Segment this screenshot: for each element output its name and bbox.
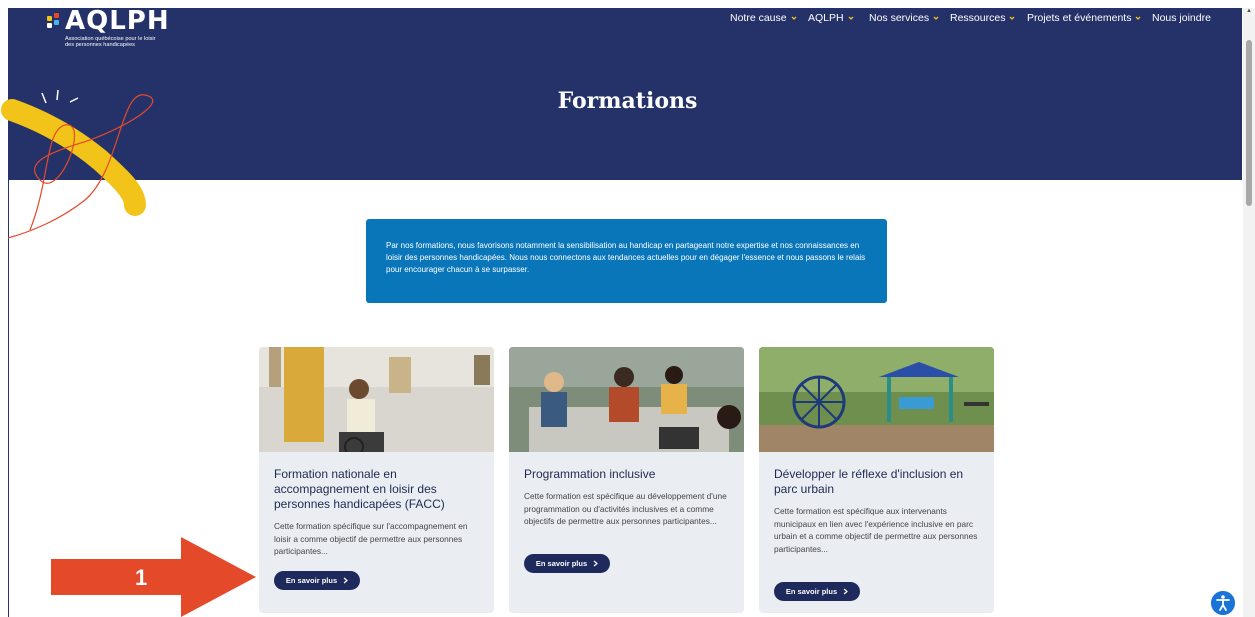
logo-tagline: Association québécoise pour le loisir de… xyxy=(65,36,156,48)
logo-mark-icon xyxy=(47,13,59,28)
chevron-down-icon xyxy=(1136,16,1141,20)
en-savoir-plus-button[interactable]: En savoir plus xyxy=(774,582,860,601)
nav-nous-joindre[interactable]: Nous joindre xyxy=(1152,12,1211,24)
card-description: Cette formation est spécifique au dévelo… xyxy=(524,491,727,526)
nav-projets-evenements[interactable]: Projets et événements xyxy=(1027,12,1141,24)
nav-label: Projets et événements xyxy=(1027,12,1132,24)
nav-label: Nous joindre xyxy=(1152,12,1211,24)
chevron-right-icon xyxy=(843,588,849,595)
nav-ressources[interactable]: Ressources xyxy=(950,12,1015,24)
nav-label: Notre cause xyxy=(730,12,787,24)
nav-label: Nos services xyxy=(869,12,930,24)
formation-card: Développer le réflexe d'inclusion en par… xyxy=(759,347,994,613)
card-description: Cette formation est spécifique aux inter… xyxy=(774,506,978,554)
scroll-up-icon[interactable]: ▲ xyxy=(1246,8,1252,14)
nav-label: AQLPH xyxy=(808,12,844,24)
page-scrollbar[interactable]: ▲ xyxy=(1243,8,1255,617)
chevron-right-icon xyxy=(593,560,599,567)
nav-notre-cause[interactable]: Notre cause xyxy=(730,12,797,24)
en-savoir-plus-button[interactable]: En savoir plus xyxy=(274,571,360,590)
chevron-down-icon xyxy=(933,16,939,20)
card-title: Développer le réflexe d'inclusion en par… xyxy=(774,467,964,496)
chevron-down-icon xyxy=(791,16,797,20)
nav-nos-services[interactable]: Nos services xyxy=(869,12,939,24)
formation-card: Programmation inclusive Cette formation … xyxy=(509,347,744,613)
card-title: Programmation inclusive xyxy=(524,467,656,481)
button-label: En savoir plus xyxy=(285,576,338,585)
page-title: Formations xyxy=(557,88,698,114)
nav-label: Ressources xyxy=(950,12,1006,24)
intro-box: Par nos formations, nous favorisons nota… xyxy=(366,219,887,303)
card-image xyxy=(759,347,994,452)
card-image xyxy=(259,347,494,452)
card-title: Formation nationale en accompagnement en… xyxy=(274,467,445,511)
accessibility-icon[interactable] xyxy=(1211,591,1235,615)
card-description: Cette formation spécifique sur l'accompa… xyxy=(274,521,468,556)
card-image xyxy=(509,347,744,452)
chevron-down-icon xyxy=(848,16,854,20)
chevron-right-icon xyxy=(343,577,349,584)
button-label: En savoir plus xyxy=(785,587,838,596)
logo-wordmark: AQLPH xyxy=(65,6,170,36)
button-label: En savoir plus xyxy=(535,559,588,568)
nav-aqlph[interactable]: AQLPH xyxy=(808,12,854,24)
scroll-thumb[interactable] xyxy=(1246,40,1252,206)
annotation-step-number: 1 xyxy=(135,565,148,590)
en-savoir-plus-button[interactable]: En savoir plus xyxy=(524,554,610,573)
annotation-arrow-icon xyxy=(51,537,256,617)
chevron-down-icon xyxy=(1009,16,1015,20)
formation-card: Formation nationale en accompagnement en… xyxy=(259,347,494,613)
